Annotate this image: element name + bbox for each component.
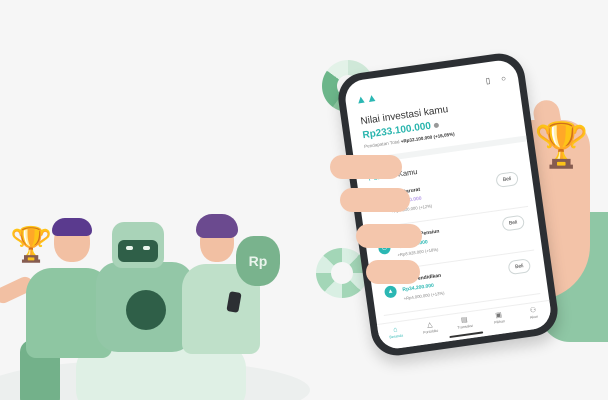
hero-illustration: 🏆 Rp 🏆 ▲▲ ▯ ○ Nilai investasi kamu Rp233… [0,0,608,400]
app-topbar: ▲▲ ▯ ○ [355,73,509,108]
finger [366,260,420,284]
money-bag-icon: Rp [236,236,280,286]
trophy-icon: 🏆 [534,121,589,170]
finger [330,155,402,179]
robot-eye [126,246,133,250]
woman-hair [196,214,238,238]
robot-core [126,290,166,330]
buy-button[interactable]: Beli [495,171,519,188]
lifebuoy-hole [331,262,353,284]
trophy-icon: 🏆 [10,226,53,264]
info-icon[interactable] [433,122,440,129]
buy-button[interactable]: Beli [501,214,526,232]
man-hair [52,218,92,236]
gain-label: Pendapatan Total [363,139,400,150]
robot-eye [143,246,150,250]
nav-beranda[interactable]: ⌂ Beranda [377,320,415,351]
robot-face [118,240,158,262]
nav-pilihan[interactable]: ▣ Pilihan [480,306,518,337]
finger [356,224,422,248]
search-icon[interactable]: ○ [501,74,507,84]
graduation-icon: ▲ [383,285,398,299]
buy-button[interactable]: Beli [507,258,532,276]
finger [340,188,410,212]
nav-akun[interactable]: ⚇ Akun [515,301,553,332]
notification-icon[interactable]: ▯ [485,76,491,86]
app-logo-icon: ▲▲ [354,91,379,107]
nav-portofolio[interactable]: △ Portofolio [412,315,450,346]
